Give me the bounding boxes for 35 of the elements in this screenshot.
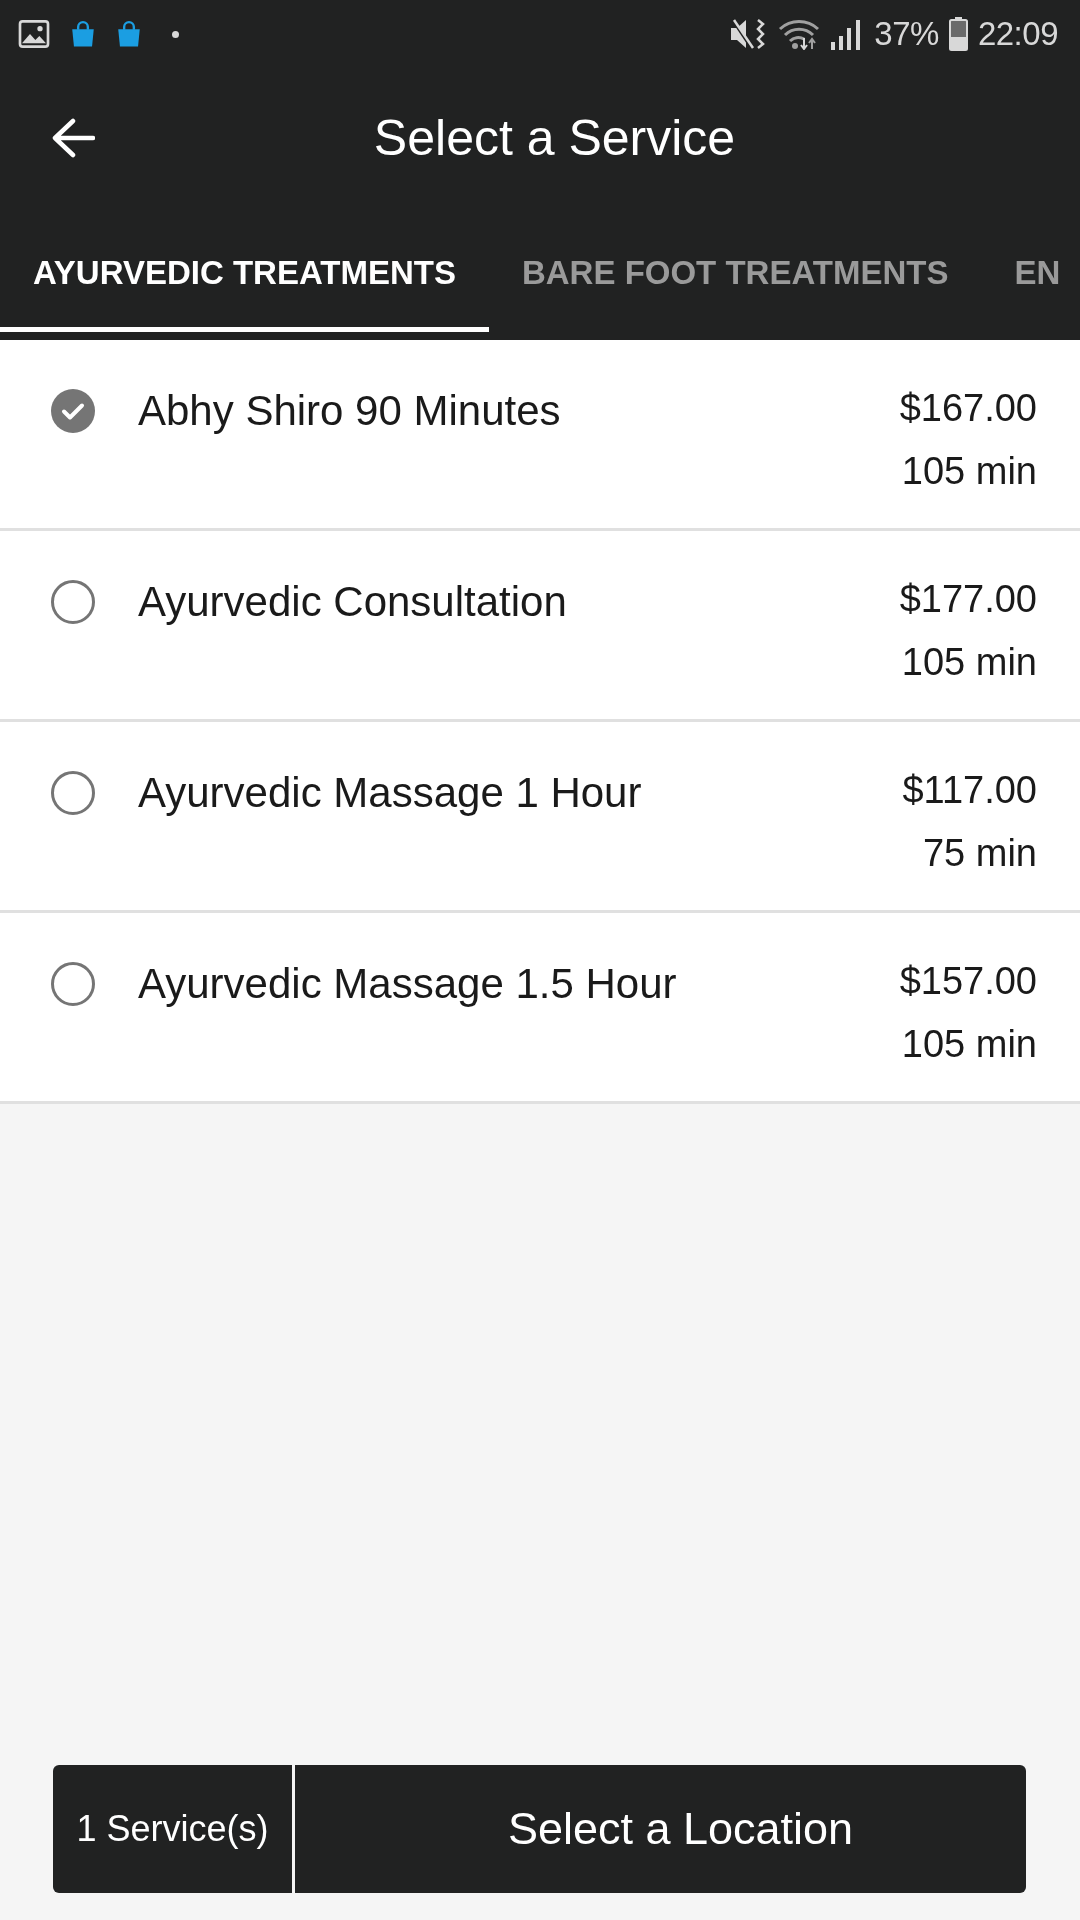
service-duration: 105 min — [901, 449, 1037, 494]
service-row[interactable]: Ayurvedic Massage 1 Hour $117.00 75 min — [0, 722, 1080, 913]
service-name: Ayurvedic Consultation — [138, 577, 568, 627]
radio-button[interactable] — [51, 580, 95, 624]
service-row[interactable]: Ayurvedic Consultation $177.00 105 min — [0, 531, 1080, 722]
select-location-button[interactable]: Select a Location — [295, 1765, 1026, 1893]
category-tab[interactable]: AYURVEDIC TREATMENTS — [0, 228, 489, 332]
category-tab[interactable]: BARE FOOT TREATMENTS — [488, 228, 982, 332]
screen-title: Select a Service — [372, 109, 737, 168]
battery-icon — [948, 17, 968, 51]
shopping-bag-icon — [116, 20, 142, 48]
service-duration: 105 min — [901, 1022, 1037, 1067]
notification-dot-icon — [172, 30, 179, 38]
service-price: $167.00 — [899, 386, 1037, 431]
service-count: 1 Service(s) — [53, 1765, 292, 1893]
service-name: Ayurvedic Massage 1.5 Hour — [138, 959, 678, 1009]
service-duration: 105 min — [901, 640, 1037, 685]
wifi-icon — [778, 18, 821, 50]
service-name: Ayurvedic Massage 1 Hour — [138, 768, 643, 818]
service-price: $177.00 — [899, 577, 1037, 622]
image-icon — [18, 18, 50, 50]
service-row[interactable]: Ayurvedic Massage 1.5 Hour $157.00 105 min — [0, 913, 1080, 1104]
service-name: Abhy Shiro 90 Minutes — [138, 386, 562, 436]
service-price: $157.00 — [899, 959, 1037, 1004]
radio-button[interactable] — [51, 389, 95, 433]
radio-button[interactable] — [51, 962, 95, 1006]
service-price: $117.00 — [902, 768, 1037, 813]
category-tab[interactable]: EN — [981, 228, 1080, 332]
service-row[interactable]: Abhy Shiro 90 Minutes $167.00 105 min — [0, 340, 1080, 531]
shopping-bag-icon — [70, 20, 96, 48]
radio-button[interactable] — [51, 771, 95, 815]
back-arrow-icon[interactable] — [51, 118, 95, 158]
service-duration: 75 min — [922, 831, 1037, 876]
clock-time: 22:09 — [977, 14, 1058, 54]
battery-percentage: 37% — [874, 14, 939, 54]
